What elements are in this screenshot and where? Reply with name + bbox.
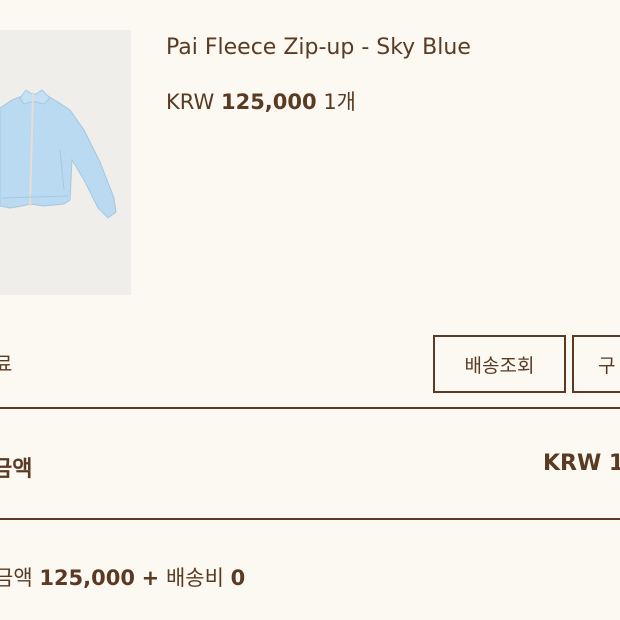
price-currency: KRW (166, 90, 215, 114)
purchase-confirm-button[interactable]: 구 (572, 335, 620, 393)
summary-amount: 125,000 (39, 566, 135, 590)
product-price: KRW 125,000 1개 (166, 86, 356, 116)
delivery-tracking-button[interactable]: 배송조회 (433, 335, 566, 393)
order-detail-page: Pai Fleece Zip-up - Sky Blue KRW 125,000… (0, 0, 620, 620)
price-amount: 125,000 (220, 90, 317, 114)
summary-plus: + (141, 566, 160, 590)
summary-label: 금액 (0, 566, 33, 590)
shipping-amount: 0 (230, 566, 246, 590)
product-name[interactable]: Pai Fleece Zip-up - Sky Blue (166, 35, 471, 60)
shipping-label: 배송비 (165, 566, 224, 590)
section-divider (0, 407, 620, 409)
product-quantity: 1개 (323, 90, 356, 114)
jacket-icon (0, 89, 117, 219)
section-divider (0, 518, 620, 520)
order-status-label: 료 (0, 352, 13, 376)
payment-summary: 금액 125,000 + 배송비 0 (0, 562, 245, 592)
product-image[interactable] (0, 30, 131, 295)
total-amount-value: KRW 1 (543, 451, 620, 476)
total-amount-label: 금액 (0, 457, 33, 482)
